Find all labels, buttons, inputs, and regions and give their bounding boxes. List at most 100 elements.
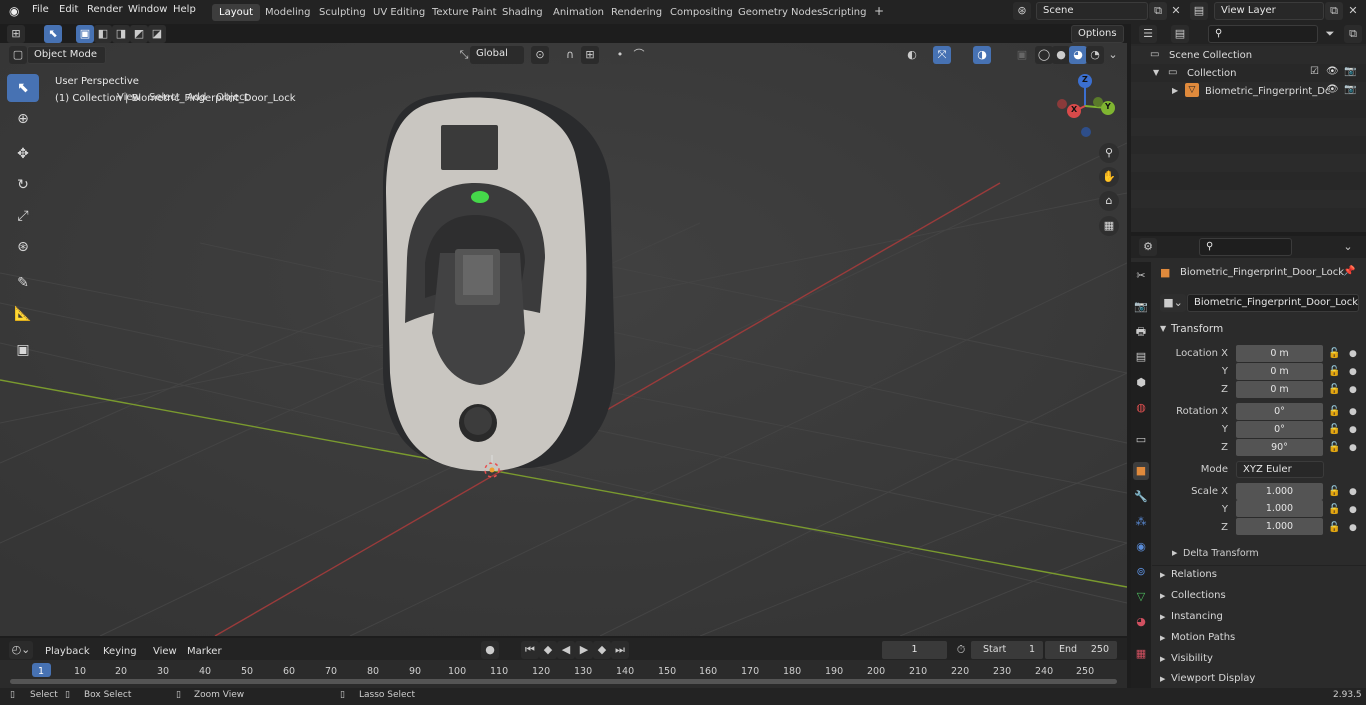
record-icon[interactable]: ●	[481, 641, 499, 659]
rotation-z-field[interactable]: 90°	[1236, 439, 1323, 456]
keyframe-dot-icon[interactable]: ●	[1349, 505, 1357, 515]
delta-transform-header[interactable]: Delta Transform	[1183, 548, 1259, 559]
object-browse-icon[interactable]: ■⌄	[1160, 294, 1186, 312]
select-intersect-icon[interactable]: ◪	[148, 25, 166, 43]
rendered-shading-icon[interactable]: ◔	[1086, 46, 1104, 64]
physics-tab-icon[interactable]: ◉	[1133, 538, 1149, 556]
move-tool-icon[interactable]: ✥	[7, 140, 39, 168]
transform-tool-icon[interactable]: ⊛	[7, 233, 39, 261]
gizmo-toggle-icon[interactable]: ⤧	[933, 46, 951, 64]
collections-expand-icon[interactable]: ▶	[1160, 592, 1165, 600]
door-lock-model[interactable]	[383, 91, 615, 472]
display-mode-icon[interactable]: ▤	[1171, 25, 1189, 43]
texture-tab-icon[interactable]: ▦	[1133, 645, 1149, 663]
visibility-section[interactable]: Visibility	[1171, 653, 1213, 664]
scene-field[interactable]: Scene	[1036, 2, 1148, 20]
select-tool-icon[interactable]: ⬉	[7, 74, 39, 102]
keyframe-dot-icon[interactable]: ●	[1349, 407, 1357, 417]
menu-file[interactable]: File	[32, 4, 49, 15]
viewport-display-section[interactable]: Viewport Display	[1171, 673, 1255, 684]
transform-header[interactable]: Transform	[1171, 323, 1223, 335]
visibility-icon[interactable]: ◐	[903, 46, 921, 64]
location-x-field[interactable]: 0 m	[1236, 345, 1323, 362]
keyframe-dot-icon[interactable]: ●	[1349, 349, 1357, 359]
options-dropdown[interactable]: Options	[1071, 25, 1124, 43]
scale-y-field[interactable]: 1.000	[1236, 500, 1323, 517]
collection-tab-icon[interactable]: ▭	[1133, 431, 1149, 449]
snap-target-icon[interactable]: ⊞	[581, 46, 599, 64]
modifier-tab-icon[interactable]: 🔧	[1133, 488, 1149, 506]
rotation-y-field[interactable]: 0°	[1236, 421, 1323, 438]
camera-view-icon[interactable]: ⌂	[1099, 191, 1119, 211]
data-tab-icon[interactable]: ▽	[1133, 588, 1149, 606]
select-new-icon[interactable]: ▣	[76, 25, 94, 43]
lock-icon[interactable]: 🔓	[1328, 348, 1340, 359]
prev-keyframe-icon[interactable]: ◆	[539, 641, 557, 659]
delta-expand-icon[interactable]: ▶	[1172, 549, 1177, 557]
ortho-grid-icon[interactable]: ▦	[1099, 216, 1119, 236]
relations-section[interactable]: Relations	[1171, 569, 1217, 580]
properties-search[interactable]: ⚲	[1199, 238, 1292, 256]
preview-range-icon[interactable]: ⏱	[952, 641, 970, 659]
motion-paths-section[interactable]: Motion Paths	[1171, 632, 1235, 643]
new-scene-icon[interactable]: ⧉	[1149, 2, 1167, 20]
pan-hand-icon[interactable]: ✋	[1099, 167, 1119, 187]
outliner-scene-collection[interactable]: Scene Collection	[1169, 50, 1252, 61]
lock-icon[interactable]: 🔓	[1328, 504, 1340, 515]
lock-icon[interactable]: 🔓	[1328, 384, 1340, 395]
remove-view-layer-icon[interactable]: ✕	[1344, 2, 1362, 20]
properties-editor-icon[interactable]: ⚙	[1139, 238, 1157, 256]
menu-object[interactable]: Object	[211, 89, 254, 106]
overlays-icon[interactable]: ◑	[973, 46, 991, 64]
jump-end-icon[interactable]: ⏭	[611, 641, 629, 659]
outliner-editor-icon[interactable]: ☰	[1139, 25, 1157, 43]
collection-camera-icon[interactable]: 📷	[1344, 66, 1356, 77]
view-layer-browse-icon[interactable]: ▤	[1190, 2, 1208, 20]
collections-section[interactable]: Collections	[1171, 590, 1226, 601]
outliner-collection[interactable]: Collection	[1187, 68, 1236, 79]
remove-scene-icon[interactable]: ✕	[1167, 2, 1185, 20]
outliner-object[interactable]: Biometric_Fingerprint_Dc	[1205, 86, 1330, 97]
visibility-expand-icon[interactable]: ▶	[1160, 655, 1165, 663]
outliner-search[interactable]: ⚲	[1208, 25, 1318, 43]
tab-scripting[interactable]: Scripting	[815, 4, 873, 21]
menu-select[interactable]: Select	[144, 89, 185, 106]
keyframe-dot-icon[interactable]: ●	[1349, 487, 1357, 497]
current-frame-field[interactable]: 1	[882, 641, 947, 659]
motion-paths-expand-icon[interactable]: ▶	[1160, 634, 1165, 642]
tab-texture-paint[interactable]: Texture Paint	[425, 4, 504, 21]
zoom-icon[interactable]: ⚲	[1099, 143, 1119, 163]
falloff-icon[interactable]: ⌒	[630, 46, 648, 64]
object-name-field[interactable]: Biometric_Fingerprint_Door_Lock	[1187, 294, 1359, 312]
instancing-expand-icon[interactable]: ▶	[1160, 613, 1165, 621]
view-layer-field[interactable]: View Layer	[1214, 2, 1324, 20]
keyframe-dot-icon[interactable]: ●	[1349, 443, 1357, 453]
play-icon[interactable]: ▶	[575, 641, 593, 659]
scene-tab-icon[interactable]: ⬢	[1133, 374, 1149, 392]
menu-view[interactable]: View	[112, 89, 146, 106]
menu-add[interactable]: Add	[182, 89, 211, 106]
rotation-mode-dropdown[interactable]: XYZ Euler	[1236, 461, 1324, 478]
rotate-tool-icon[interactable]: ↻	[7, 171, 39, 199]
annotate-tool-icon[interactable]: ✎	[7, 269, 39, 297]
tab-sculpting[interactable]: Sculpting	[312, 4, 373, 21]
end-frame-field[interactable]: End 250	[1045, 641, 1117, 659]
tab-layout[interactable]: Layout	[212, 4, 260, 21]
filter-icon[interactable]: ⏷	[1321, 25, 1339, 43]
particles-tab-icon[interactable]: ⁂	[1133, 513, 1149, 531]
pivot-icon[interactable]: ⊙	[531, 46, 549, 64]
lock-icon[interactable]: 🔓	[1328, 366, 1340, 377]
proportional-edit-icon[interactable]: •	[611, 46, 629, 64]
menu-render[interactable]: Render	[87, 4, 123, 15]
start-frame-field[interactable]: Start 1	[971, 641, 1043, 659]
object-tab-icon[interactable]: ■	[1133, 462, 1149, 480]
location-z-field[interactable]: 0 m	[1236, 381, 1323, 398]
editor-type-icon-top[interactable]: ⊞	[7, 25, 25, 43]
tab-compositing[interactable]: Compositing	[663, 4, 740, 21]
select-difference-icon[interactable]: ◩	[130, 25, 148, 43]
tab-rendering[interactable]: Rendering	[604, 4, 669, 21]
blender-logo-icon[interactable]: ◉	[9, 4, 19, 18]
object-eye-icon[interactable]: 👁	[1326, 84, 1339, 95]
viewport-display-expand-icon[interactable]: ▶	[1160, 675, 1165, 683]
cursor-tool-icon[interactable]: ⊕	[7, 105, 39, 133]
